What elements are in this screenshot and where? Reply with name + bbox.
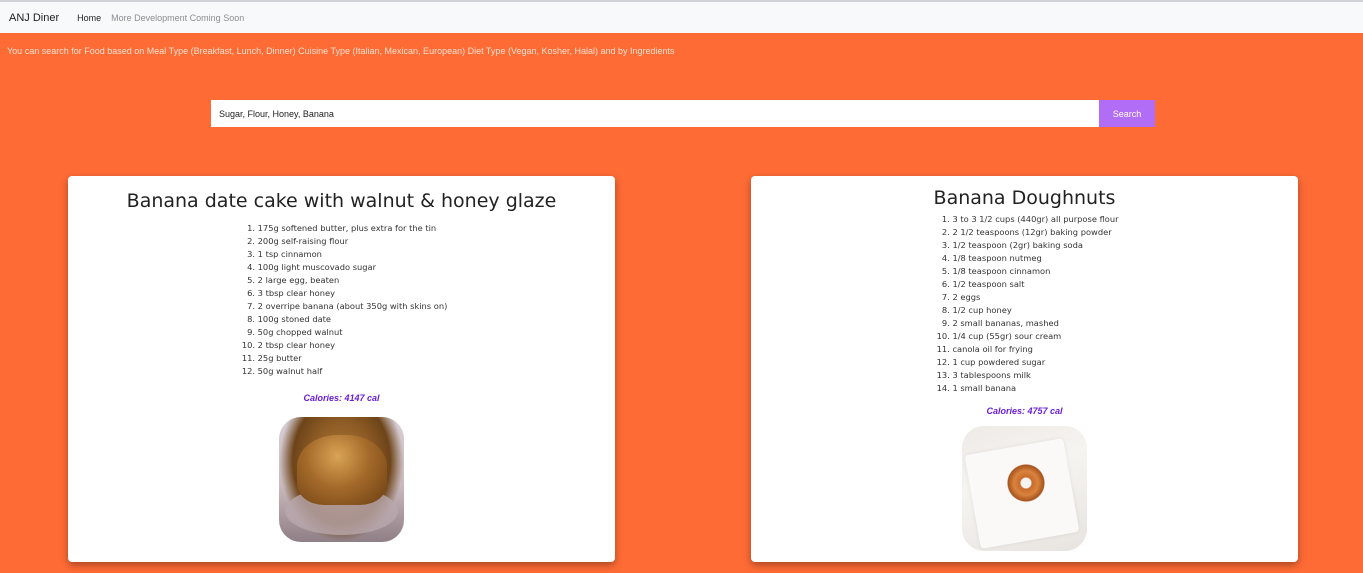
- ingredient-item: 50g chopped walnut: [258, 326, 448, 339]
- calories-label: Calories: 4147 cal: [303, 393, 380, 403]
- ingredient-item: 200g self-raising flour: [258, 235, 448, 248]
- ingredient-item: 100g light muscovado sugar: [258, 261, 448, 274]
- search-button[interactable]: Search: [1099, 100, 1155, 127]
- doughnut-shape: [1007, 464, 1045, 502]
- calories-label: Calories: 4757 cal: [986, 406, 1063, 416]
- ingredient-item: 175g softened butter, plus extra for the…: [258, 222, 448, 235]
- ingredient-item: 3 tablespoons milk: [952, 369, 1118, 382]
- ingredient-item: 50g walnut half: [258, 365, 448, 378]
- ingredient-item: 1/8 teaspoon cinnamon: [952, 265, 1118, 278]
- recipe-title: Banana date cake with walnut & honey gla…: [126, 190, 557, 212]
- ingredient-item: 3 tbsp clear honey: [258, 287, 448, 300]
- ingredient-item: 1/2 teaspoon salt: [952, 278, 1118, 291]
- cake-shape: [297, 435, 387, 505]
- ingredient-list: 175g softened butter, plus extra for the…: [236, 222, 448, 378]
- ingredient-item: 2 large egg, beaten: [258, 274, 448, 287]
- search-input[interactable]: [211, 100, 1099, 127]
- ingredient-item: 1/4 cup (55gr) sour cream: [952, 330, 1118, 343]
- ingredient-item: 1/2 cup honey: [952, 304, 1118, 317]
- ingredient-item: 2 tbsp clear honey: [258, 339, 448, 352]
- ingredient-item: 2 small bananas, mashed: [952, 317, 1118, 330]
- search-hint-text: You can search for Food based on Meal Ty…: [7, 46, 675, 56]
- ingredient-item: 3 to 3 1/2 cups (440gr) all purpose flou…: [952, 213, 1118, 226]
- ingredient-item: 2 1/2 teaspoons (12gr) baking powder: [952, 226, 1118, 239]
- recipe-card: Banana Doughnuts 3 to 3 1/2 cups (440gr)…: [751, 176, 1298, 562]
- recipe-image: [279, 417, 404, 542]
- recipe-title: Banana Doughnuts: [933, 187, 1116, 209]
- ingredient-item: 2 overripe banana (about 350g with skins…: [258, 300, 448, 313]
- ingredient-item: 25g butter: [258, 352, 448, 365]
- ingredient-item: 1 small banana: [952, 382, 1118, 395]
- nav-home-link[interactable]: Home: [77, 13, 101, 23]
- ingredient-item: 1 cup powdered sugar: [952, 356, 1118, 369]
- ingredient-item: 1/8 teaspoon nutmeg: [952, 252, 1118, 265]
- ingredient-item: 2 eggs: [952, 291, 1118, 304]
- brand-logo[interactable]: ANJ Diner: [9, 12, 59, 24]
- ingredient-item: 1 tsp cinnamon: [258, 248, 448, 261]
- ingredient-item: canola oil for frying: [952, 343, 1118, 356]
- ingredient-list: 3 to 3 1/2 cups (440gr) all purpose flou…: [930, 213, 1118, 395]
- recipe-image: [962, 426, 1087, 551]
- search-bar: Search: [211, 100, 1155, 127]
- navbar: ANJ Diner Home More Development Coming S…: [0, 0, 1363, 33]
- recipe-card: Banana date cake with walnut & honey gla…: [68, 176, 615, 562]
- ingredient-item: 1/2 teaspoon (2gr) baking soda: [952, 239, 1118, 252]
- ingredient-item: 100g stoned date: [258, 313, 448, 326]
- nav-coming-soon-link[interactable]: More Development Coming Soon: [111, 13, 244, 23]
